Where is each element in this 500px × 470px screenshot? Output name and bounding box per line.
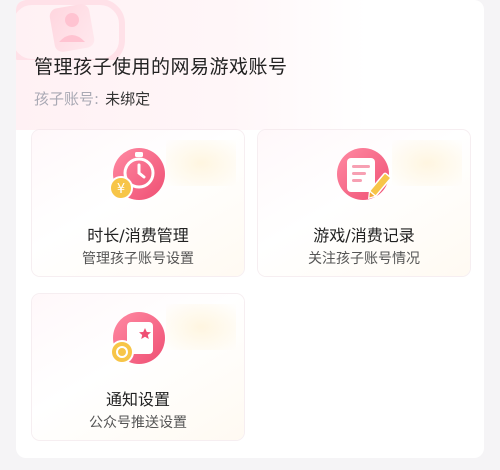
parent-control-panel: 管理孩子使用的网易游戏账号 孩子账号: 未绑定 ¥ 时长/消费管理 管理孩子账号设…	[16, 0, 484, 458]
card-title: 时长/消费管理	[87, 226, 189, 245]
card-subtitle: 关注孩子账号情况	[308, 251, 420, 267]
notification-star-icon	[110, 312, 165, 364]
child-account-value: 未绑定	[105, 90, 151, 108]
svg-text:¥: ¥	[117, 182, 125, 197]
card-subtitle: 管理孩子账号设置	[82, 251, 194, 267]
card-title: 游戏/消费记录	[313, 226, 415, 245]
child-account-status: 孩子账号: 未绑定	[34, 88, 150, 109]
card-notification-settings[interactable]: 通知设置 公众号推送设置	[32, 294, 244, 440]
user-shield-decoration-icon	[16, 0, 125, 60]
records-pencil-icon	[337, 148, 392, 200]
child-account-label: 孩子账号:	[34, 90, 100, 108]
stopwatch-coin-icon: ¥	[109, 148, 165, 200]
card-game-spending-records[interactable]: 游戏/消费记录 关注孩子账号情况	[258, 130, 470, 276]
card-subtitle: 公众号推送设置	[89, 415, 187, 431]
card-title: 通知设置	[105, 390, 170, 409]
card-time-spending-management[interactable]: ¥ 时长/消费管理 管理孩子账号设置	[32, 130, 244, 276]
page-title: 管理孩子使用的网易游戏账号	[34, 56, 288, 78]
